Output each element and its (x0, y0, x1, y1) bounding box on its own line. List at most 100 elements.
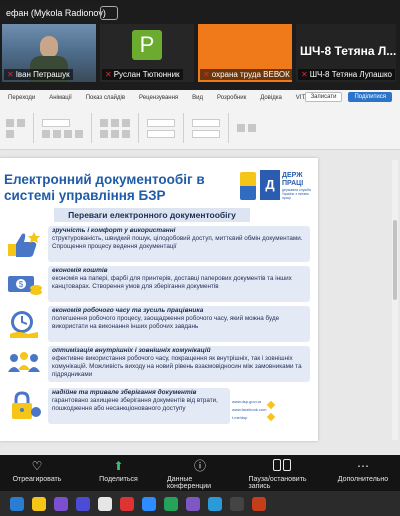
zoom-participants-strip: ефан (Mykola Radionov) ✕ Іван Петрашук P … (0, 0, 400, 90)
people-icon (4, 348, 44, 380)
meeting-info-button[interactable]: ⓘ Данные конференции (167, 459, 233, 491)
benefit-heading: надійне та тривале зберігання документів (52, 389, 197, 396)
benefit-text: структурованість, швидкий пошук, цілодоб… (52, 235, 303, 250)
participant-big-name: ШЧ-8 Тетяна Л... (300, 44, 396, 58)
font-select[interactable] (42, 118, 70, 127)
benefit-item[interactable]: оптимізація внутрішніх і зовнішніх комун… (4, 346, 310, 382)
designer-icon[interactable] (248, 124, 256, 132)
clock-icon (4, 308, 44, 340)
italic-icon[interactable] (53, 129, 61, 138)
cut-icon[interactable] (6, 118, 14, 127)
benefit-item[interactable]: зручність і комфорт у використанні струк… (4, 226, 310, 262)
teams-icon[interactable] (54, 496, 68, 511)
more-icon: ⋯ (357, 459, 369, 473)
participant-tile[interactable]: ✕ охрана труда ВЕВОК с (198, 24, 292, 82)
mic-muted-icon: ✕ (203, 70, 210, 79)
font-color-icon[interactable] (75, 129, 83, 138)
more-button[interactable]: ⋯ Дополнительно (330, 459, 396, 491)
slide-editor: Електронний документообіг в системі упра… (0, 150, 400, 455)
slide-title[interactable]: Електронний документообіг в системі упра… (4, 172, 205, 204)
mic-muted-icon: ✕ (301, 70, 308, 79)
tab-help[interactable]: Довідка (260, 95, 282, 101)
indent-icon[interactable] (122, 118, 130, 127)
benefit-text: ефективне використання робочого часу, по… (52, 355, 302, 378)
participant-tile[interactable]: ✕ Іван Петрашук (2, 24, 96, 82)
slide[interactable]: Електронний документообіг в системі упра… (0, 158, 318, 441)
participant-tile[interactable]: ШЧ-8 Тетяна Л... ✕ ШЧ-8 Тетяна Лупашко (296, 24, 396, 82)
participant-tile[interactable]: P ✕ Руслан Тютюнник (100, 24, 194, 82)
zoom-icon[interactable] (142, 496, 156, 511)
align-right-icon[interactable] (122, 129, 130, 138)
tab-slideshow[interactable]: Показ слайдів (86, 95, 125, 101)
avatar: P (132, 30, 162, 60)
benefit-item[interactable]: економія робочого часу та зусиль працівн… (4, 306, 310, 342)
find-button[interactable] (192, 118, 220, 127)
active-speaker-label: ефан (Mykola Radionov) (0, 4, 112, 22)
bold-icon[interactable] (42, 129, 50, 138)
participant-name: Іван Петрашук (15, 70, 70, 79)
align-left-icon[interactable] (100, 129, 108, 138)
info-icon: ⓘ (193, 459, 206, 473)
benefit-item[interactable]: $ економія коштів економія на папері, фа… (4, 266, 310, 302)
tab-developer[interactable]: Розробник (217, 95, 246, 101)
benefit-heading: економія коштів (52, 267, 108, 274)
powerpoint-icon[interactable] (252, 496, 266, 511)
chrome-icon[interactable] (164, 496, 178, 511)
vertical-scrollbar[interactable] (392, 160, 398, 440)
benefit-heading: оптимізація внутрішніх і зовнішніх комун… (52, 347, 211, 354)
share-button[interactable]: Поділитися (348, 92, 392, 102)
replace-button[interactable] (192, 129, 220, 138)
scroll-thumb[interactable] (393, 220, 397, 300)
svg-text:$: $ (19, 280, 24, 289)
pause-record-button[interactable]: Пауза/остановить запись (249, 459, 315, 491)
folder-icon[interactable] (32, 496, 46, 511)
thumbs-up-icon (4, 228, 44, 260)
slide-subtitle[interactable]: Переваги електронного документообігу (54, 208, 250, 222)
view-toggle-button[interactable] (100, 6, 118, 20)
benefit-heading: економія робочого часу та зусиль працівн… (52, 307, 204, 314)
react-button[interactable]: ♡ Отреагировать (4, 459, 70, 491)
tab-view[interactable]: Вид (192, 95, 203, 101)
tab-animations[interactable]: Анімації (49, 95, 72, 101)
windows-taskbar (0, 491, 400, 516)
ribbon-commands (6, 108, 394, 148)
numbering-icon[interactable] (111, 118, 119, 127)
copy-icon[interactable] (17, 118, 25, 127)
decor-diamond (266, 400, 276, 410)
mic-muted-icon: ✕ (7, 70, 14, 79)
edge-icon[interactable] (10, 496, 24, 511)
align-center-icon[interactable] (111, 129, 119, 138)
logo-subtext: державна служба України з питань праці (282, 188, 311, 200)
trident-icon (240, 172, 256, 200)
money-icon: $ (4, 268, 44, 300)
arrange-button[interactable] (147, 129, 175, 138)
paste-icon[interactable] (6, 129, 14, 138)
tab-transitions[interactable]: Переходи (8, 95, 35, 101)
benefit-text: полегшення робочого процесу, заощадження… (52, 315, 280, 330)
chat-icon: ♡ (31, 459, 43, 473)
app-icon[interactable] (98, 496, 112, 511)
benefit-text: гарантовано захищене зберігання документ… (52, 397, 218, 412)
record-button[interactable]: Записати (304, 92, 343, 102)
participant-name: Руслан Тютюнник (113, 70, 180, 79)
tab-review[interactable]: Рецензування (139, 95, 178, 101)
viber-2-icon[interactable] (186, 496, 200, 511)
derzhpratsi-logo: Д ДЕРЖ ПРАЦІ державна служба України з пи… (240, 170, 312, 204)
app-2-icon[interactable] (230, 496, 244, 511)
pdf-icon[interactable] (120, 496, 134, 511)
participant-name: ШЧ-8 Тетяна Лупашко (309, 70, 392, 79)
zoom-controls-bar: ♡ Отреагировать ⬆ Поделиться ⓘ Данные ко… (0, 455, 400, 491)
share-screen-button[interactable]: ⬆ Поделиться (86, 459, 152, 491)
telegram-icon[interactable] (208, 496, 222, 511)
bullets-icon[interactable] (100, 118, 108, 127)
dictate-icon[interactable] (237, 124, 245, 132)
slide-footer-links: www.dsp.gov.ua www.facebook.com t.me/dsp (232, 399, 267, 420)
benefit-item[interactable]: надійне та тривале зберігання документів… (4, 388, 230, 424)
shapes-gallery[interactable] (147, 118, 175, 127)
underline-icon[interactable] (64, 129, 72, 138)
powerpoint-ribbon: Переходи Анімації Показ слайдів Рецензув… (0, 90, 400, 150)
mic-muted-icon: ✕ (105, 70, 112, 79)
logo-letter: Д (260, 170, 280, 200)
viber-icon[interactable] (76, 496, 90, 511)
benefit-heading: зручність і комфорт у використанні (52, 227, 176, 234)
